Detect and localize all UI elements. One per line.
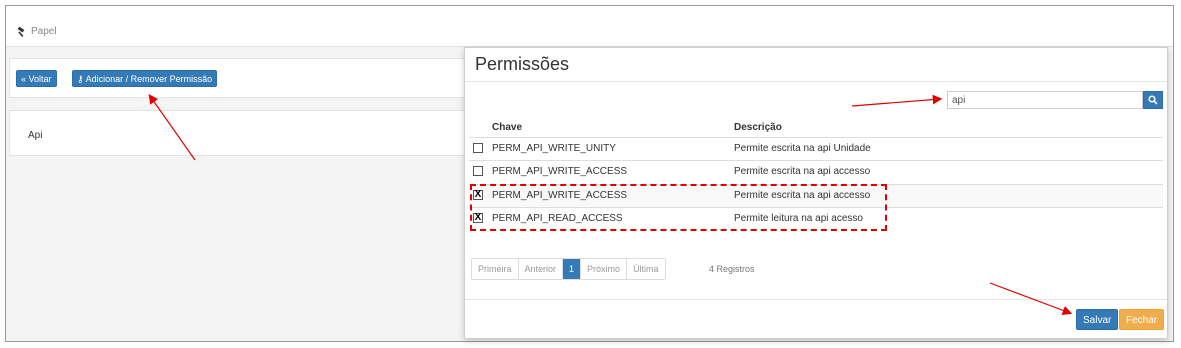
arrow-to-add-permission [148,94,196,161]
arrow-to-save [989,282,1073,315]
arrow-to-search [851,94,943,107]
annotation-arrows [148,94,1073,315]
